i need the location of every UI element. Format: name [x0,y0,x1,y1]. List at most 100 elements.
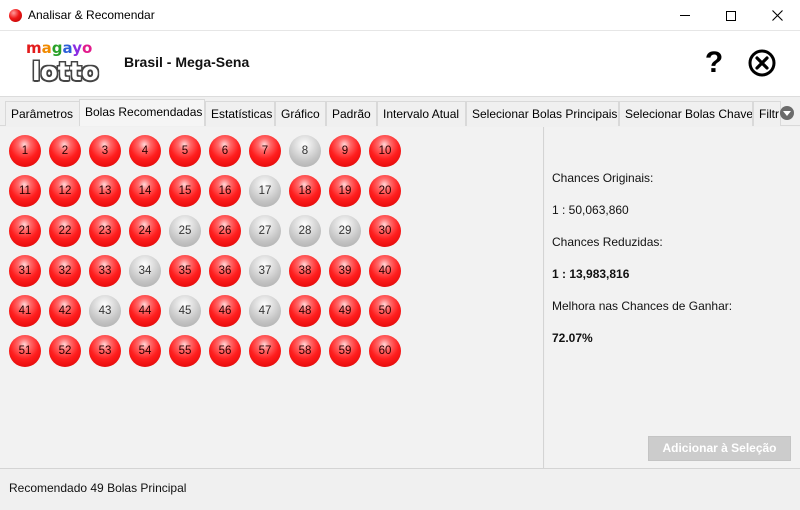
logo-letter: g [51,39,63,57]
lottery-ball-49[interactable]: 49 [329,295,361,327]
title-bar: Analisar & Recomendar [0,0,800,31]
lottery-ball-39[interactable]: 39 [329,255,361,287]
window-title: Analisar & Recomendar [28,8,155,22]
lottery-ball-25[interactable]: 25 [169,215,201,247]
lottery-ball-11[interactable]: 11 [9,175,41,207]
lottery-ball-55[interactable]: 55 [169,335,201,367]
improvement-value: 72.07% [552,331,593,345]
close-window-button[interactable] [754,0,800,31]
lottery-ball-43[interactable]: 43 [89,295,121,327]
maximize-icon [726,10,736,21]
lottery-ball-52[interactable]: 52 [49,335,81,367]
add-to-selection-button[interactable]: Adicionar à Seleção [648,436,791,461]
lottery-ball-15[interactable]: 15 [169,175,201,207]
lottery-ball-18[interactable]: 18 [289,175,321,207]
status-bar: Recomendado 49 Bolas Principal [0,468,800,510]
lottery-ball-1[interactable]: 1 [9,135,41,167]
lottery-ball-50[interactable]: 50 [369,295,401,327]
lottery-ball-46[interactable]: 46 [209,295,241,327]
lottery-ball-5[interactable]: 5 [169,135,201,167]
lottery-ball-30[interactable]: 30 [369,215,401,247]
lottery-ball-37[interactable]: 37 [249,255,281,287]
lottery-ball-38[interactable]: 38 [289,255,321,287]
lottery-ball-29[interactable]: 29 [329,215,361,247]
lottery-ball-2[interactable]: 2 [49,135,81,167]
logo-letter: o [81,39,93,57]
tab-scroll-button[interactable] [780,106,794,120]
original-odds-value: 1 : 50,063,860 [552,203,629,217]
tab-strip: Parâmetros Bolas Recomendadas Estatístic… [0,99,800,126]
app-header: magayo lotto Brasil - Mega-Sena ? [0,31,800,97]
tab-selecionar-bolas-principais[interactable]: Selecionar Bolas Principais [466,101,619,126]
app-icon [9,9,22,22]
lottery-ball-19[interactable]: 19 [329,175,361,207]
lottery-ball-35[interactable]: 35 [169,255,201,287]
lottery-ball-32[interactable]: 32 [49,255,81,287]
lottery-ball-48[interactable]: 48 [289,295,321,327]
logo-letter: y [72,39,82,57]
lottery-ball-42[interactable]: 42 [49,295,81,327]
logo-letter: a [62,39,73,57]
minimize-button[interactable] [662,0,708,31]
lottery-ball-17[interactable]: 17 [249,175,281,207]
close-icon [771,10,783,21]
lottery-ball-13[interactable]: 13 [89,175,121,207]
logo-letter: a [41,39,52,57]
logo-top-text: magayo [26,39,92,57]
lottery-ball-33[interactable]: 33 [89,255,121,287]
tab-intervalo-atual[interactable]: Intervalo Atual [377,101,466,126]
tab-estatisticas[interactable]: Estatísticas [205,101,275,126]
lottery-ball-21[interactable]: 21 [9,215,41,247]
status-text: Recomendado 49 Bolas Principal [9,481,187,495]
tab-bolas-recomendadas[interactable]: Bolas Recomendadas [79,99,205,126]
lottery-ball-3[interactable]: 3 [89,135,121,167]
lottery-ball-54[interactable]: 54 [129,335,161,367]
tab-padrao[interactable]: Padrão [326,101,377,126]
close-circle-icon [748,49,776,77]
page-title: Brasil - Mega-Sena [124,54,250,70]
lottery-ball-36[interactable]: 36 [209,255,241,287]
lottery-ball-24[interactable]: 24 [129,215,161,247]
lottery-ball-4[interactable]: 4 [129,135,161,167]
lottery-ball-53[interactable]: 53 [89,335,121,367]
lottery-ball-12[interactable]: 12 [49,175,81,207]
lottery-ball-6[interactable]: 6 [209,135,241,167]
lottery-ball-57[interactable]: 57 [249,335,281,367]
lottery-ball-51[interactable]: 51 [9,335,41,367]
lottery-ball-31[interactable]: 31 [9,255,41,287]
help-button[interactable]: ? [700,45,728,81]
lottery-ball-58[interactable]: 58 [289,335,321,367]
lottery-ball-26[interactable]: 26 [209,215,241,247]
lottery-ball-16[interactable]: 16 [209,175,241,207]
lottery-ball-10[interactable]: 10 [369,135,401,167]
lottery-ball-23[interactable]: 23 [89,215,121,247]
lottery-ball-22[interactable]: 22 [49,215,81,247]
tab-parametros[interactable]: Parâmetros [5,101,80,126]
original-odds-label: Chances Originais: [552,171,654,185]
lottery-ball-56[interactable]: 56 [209,335,241,367]
tab-selecionar-bolas-chave[interactable]: Selecionar Bolas Chave [619,101,753,126]
lottery-ball-28[interactable]: 28 [289,215,321,247]
lottery-ball-7[interactable]: 7 [249,135,281,167]
exit-button[interactable] [747,48,777,78]
tab-filtros[interactable]: Filtr [753,101,781,126]
lottery-ball-20[interactable]: 20 [369,175,401,207]
reduced-odds-label: Chances Reduzidas: [552,235,663,249]
minimize-icon [680,15,690,16]
lottery-ball-9[interactable]: 9 [329,135,361,167]
lottery-ball-60[interactable]: 60 [369,335,401,367]
lottery-ball-34[interactable]: 34 [129,255,161,287]
magayo-lotto-logo: magayo lotto [26,39,102,87]
lottery-ball-44[interactable]: 44 [129,295,161,327]
lottery-ball-14[interactable]: 14 [129,175,161,207]
lottery-ball-40[interactable]: 40 [369,255,401,287]
odds-info-panel: Chances Originais: 1 : 50,063,860 Chance… [545,127,800,468]
lottery-ball-59[interactable]: 59 [329,335,361,367]
maximize-button[interactable] [708,0,754,31]
lottery-ball-45[interactable]: 45 [169,295,201,327]
lottery-ball-41[interactable]: 41 [9,295,41,327]
lottery-ball-47[interactable]: 47 [249,295,281,327]
lottery-ball-8[interactable]: 8 [289,135,321,167]
lottery-ball-27[interactable]: 27 [249,215,281,247]
tab-grafico[interactable]: Gráfico [275,101,326,126]
